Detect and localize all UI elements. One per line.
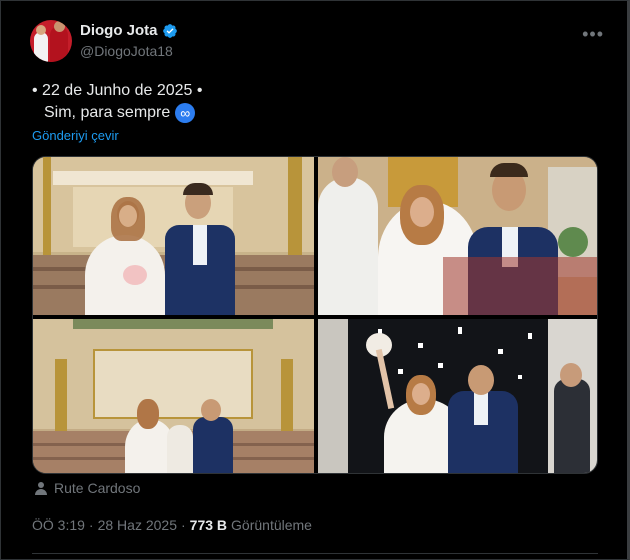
photo-2[interactable]: [318, 157, 597, 315]
handle[interactable]: @DiogoJota18: [80, 43, 173, 59]
post-date[interactable]: 28 Haz 2025: [98, 517, 177, 533]
display-name[interactable]: Diogo Jota: [80, 22, 158, 39]
post-text: • 22 de Junho de 2025 • Sim, para sempre…: [32, 80, 202, 124]
more-options-icon[interactable]: •••: [582, 24, 604, 45]
photo-3[interactable]: [33, 319, 314, 473]
views-label: Görüntüleme: [231, 517, 312, 533]
avatar[interactable]: [30, 20, 72, 62]
views-count: 773 B: [189, 517, 228, 533]
photo-gallery: [32, 156, 598, 474]
photo-4[interactable]: [318, 319, 597, 473]
translate-post-link[interactable]: Gönderiyi çevir: [32, 128, 119, 143]
meta-separator-2: ·: [181, 517, 186, 533]
post-text-line-2-row: Sim, para sempre ∞: [32, 102, 202, 124]
photo-credit-name: Rute Cardoso: [54, 480, 141, 496]
infinity-emoji-icon: ∞: [175, 103, 196, 123]
divider: [32, 553, 598, 554]
author-name-row[interactable]: Diogo Jota: [80, 22, 178, 39]
photo-1[interactable]: [33, 157, 314, 315]
post-meta: ÖÖ 3:19 · 28 Haz 2025 · 773 B Görüntülem…: [32, 517, 312, 533]
meta-separator: ·: [88, 517, 94, 533]
person-icon: [35, 482, 47, 495]
verified-badge-icon: [162, 23, 177, 38]
post-text-line-2: Sim, para sempre: [44, 104, 171, 121]
post-text-line-1: • 22 de Junho de 2025 •: [32, 82, 203, 99]
post-header: Diogo Jota @DiogoJota18 •••: [30, 20, 610, 64]
post-time[interactable]: ÖÖ 3:19: [32, 517, 85, 533]
photo-credit[interactable]: Rute Cardoso: [34, 480, 140, 496]
